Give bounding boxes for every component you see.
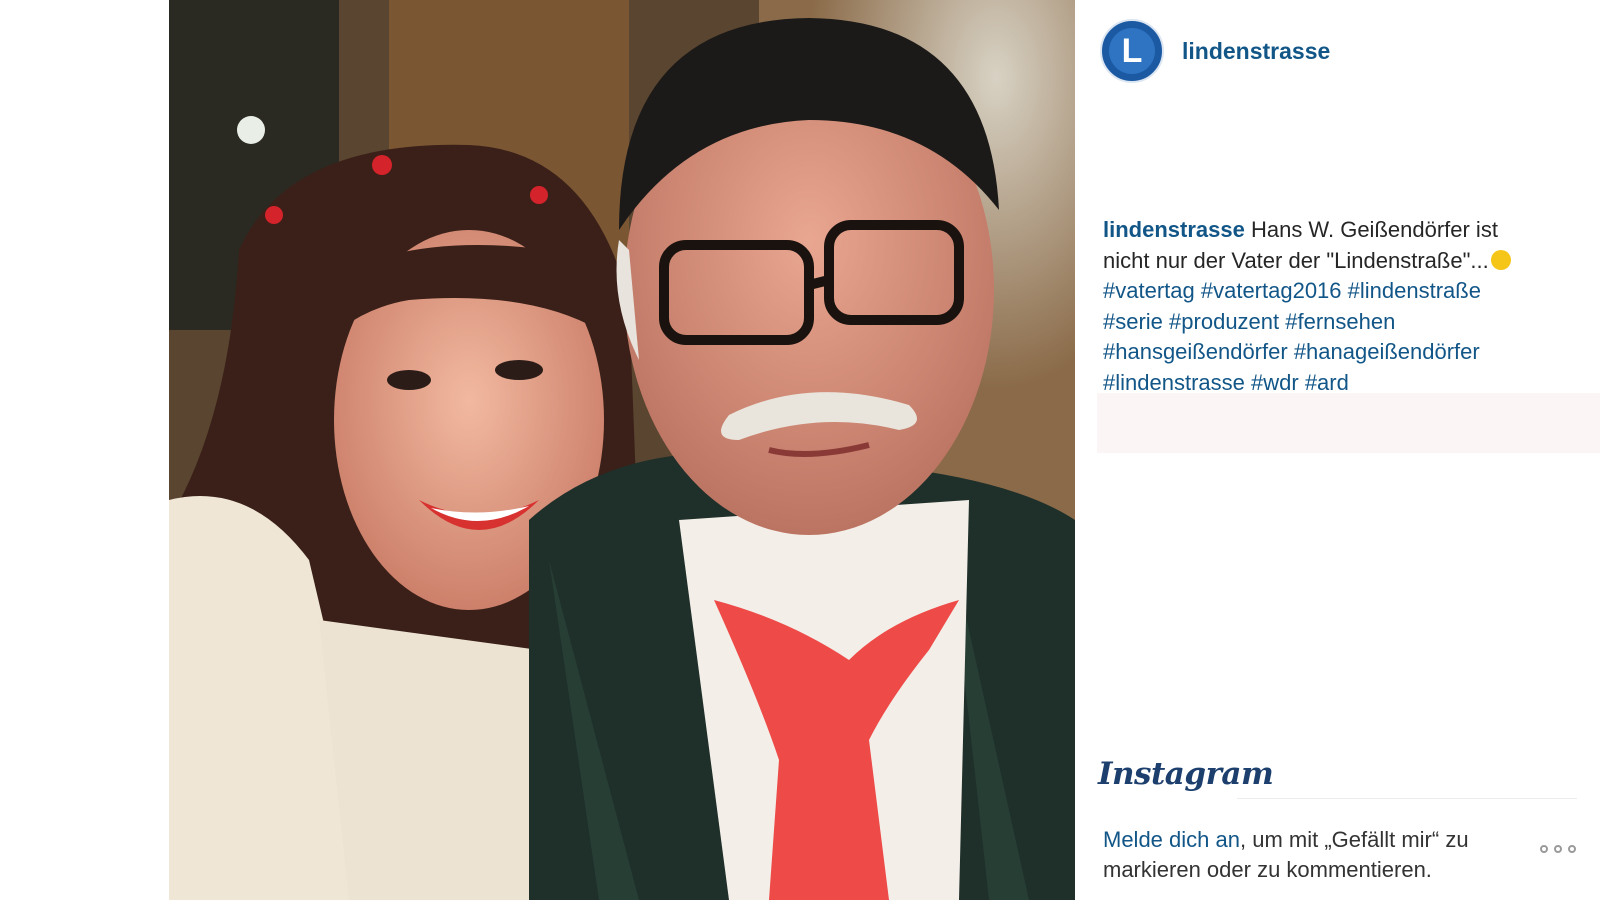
post-header: L lindenstrasse	[1100, 17, 1330, 85]
hashtag[interactable]: #wdr	[1251, 370, 1299, 395]
more-dot	[1568, 845, 1576, 853]
more-dot	[1540, 845, 1548, 853]
avatar[interactable]: L	[1100, 19, 1164, 83]
hashtag[interactable]: #produzent	[1169, 309, 1279, 334]
hashtag[interactable]: #serie	[1103, 309, 1163, 334]
more-icon[interactable]	[1540, 845, 1576, 853]
username-link[interactable]: lindenstrasse	[1182, 38, 1330, 65]
post-photo[interactable]	[169, 0, 1075, 900]
login-prompt: Melde dich an, um mit „Gefällt mir“ zu m…	[1103, 825, 1523, 885]
login-link[interactable]: Melde dich an	[1103, 827, 1240, 852]
more-dot	[1554, 845, 1562, 853]
divider-band	[1097, 393, 1600, 453]
hashtag[interactable]: #lindenstraße	[1348, 278, 1481, 303]
post-sidebar: L lindenstrasse lindenstrasse Hans W. Ge…	[1075, 0, 1600, 900]
hashtag[interactable]: #vatertag	[1103, 278, 1195, 303]
smiley-icon	[1490, 249, 1511, 270]
hashtag[interactable]: #lindenstrasse	[1103, 370, 1245, 395]
instagram-logo[interactable]: Instagram	[1098, 756, 1274, 792]
hashtag[interactable]: #fernsehen	[1285, 309, 1395, 334]
post-caption: lindenstrasse Hans W. Geißendörfer ist n…	[1103, 215, 1543, 398]
hashtag[interactable]: #vatertag2016	[1201, 278, 1342, 303]
footer-divider	[1237, 798, 1577, 799]
hashtag[interactable]: #hansgeißendörfer	[1103, 339, 1288, 364]
avatar-letter: L	[1109, 28, 1155, 74]
photo-illustration	[169, 0, 1075, 900]
hashtag[interactable]: #hanageißendörfer	[1294, 339, 1480, 364]
hashtag[interactable]: #ard	[1305, 370, 1349, 395]
caption-username[interactable]: lindenstrasse	[1103, 217, 1245, 242]
